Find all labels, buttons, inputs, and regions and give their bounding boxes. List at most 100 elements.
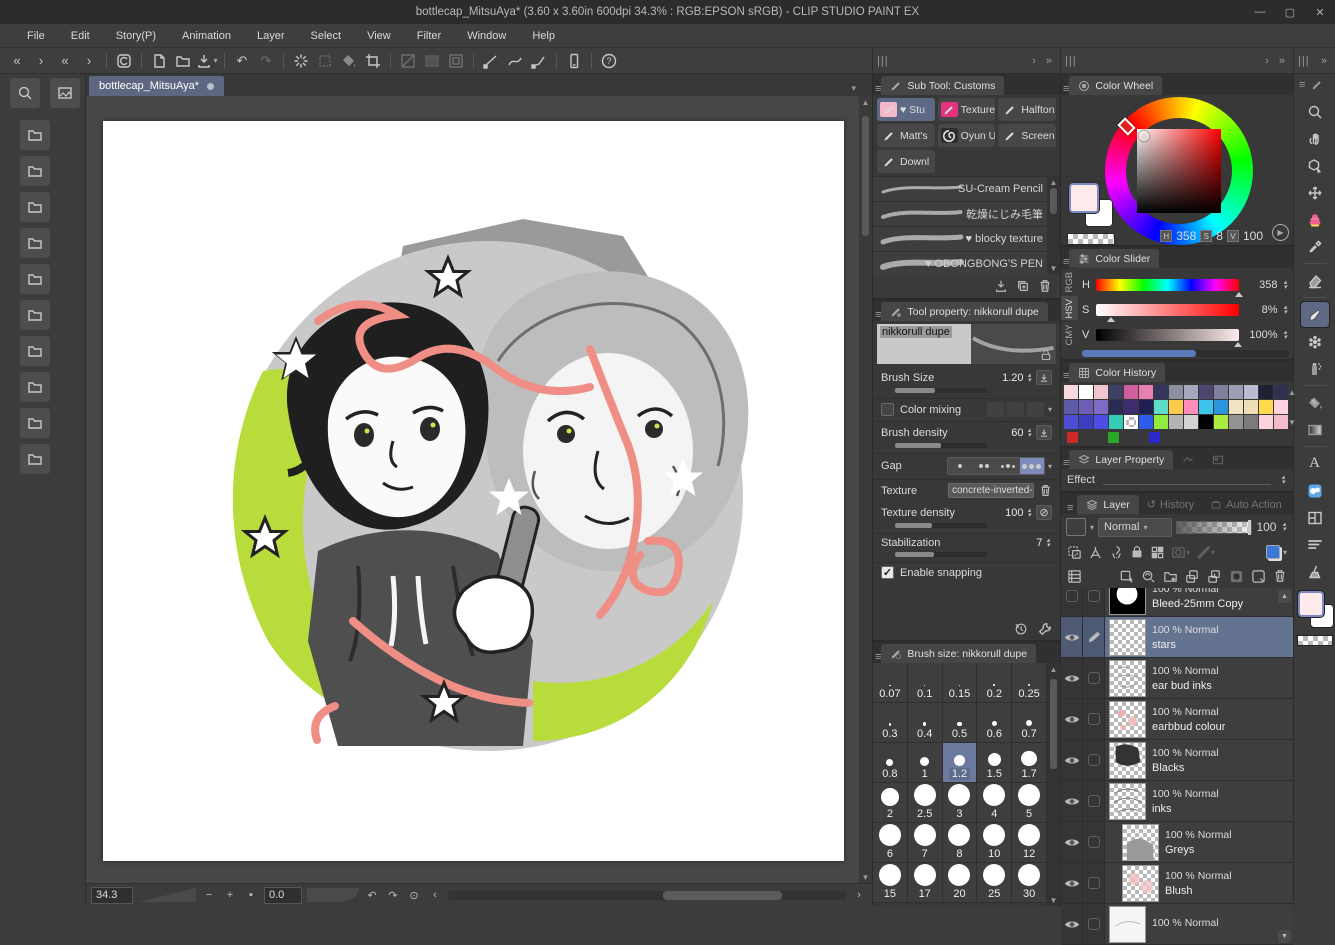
- history-swatch[interactable]: [1154, 415, 1168, 429]
- tab-rgb[interactable]: RGB: [1061, 268, 1078, 295]
- gap-option-1[interactable]: [948, 458, 972, 474]
- new-document-icon[interactable]: [148, 50, 170, 72]
- layer-name[interactable]: stars: [1152, 639, 1219, 651]
- canvas-forward-icon[interactable]: ›: [78, 50, 100, 72]
- foreground-color-swatch[interactable]: [1069, 183, 1099, 213]
- brush-size-1.2[interactable]: 1.2: [942, 743, 978, 783]
- brush-size-scrollbar[interactable]: ▲ ▼: [1047, 663, 1060, 906]
- pressure-settings-icon[interactable]: [1036, 425, 1052, 440]
- transfer-to-lower-layer-icon[interactable]: [1185, 569, 1200, 584]
- channel-swatch[interactable]: [1108, 432, 1119, 443]
- tab-cmy[interactable]: CMY: [1061, 321, 1078, 348]
- search-panel-button[interactable]: [10, 78, 40, 108]
- collapse-arrow-icon[interactable]: ›: [1265, 55, 1269, 67]
- zoom-out-button[interactable]: −: [201, 889, 217, 901]
- clip-studio-logo-icon[interactable]: [113, 50, 135, 72]
- brush-item[interactable]: ♥ OBONGBONG'S PEN: [873, 251, 1047, 276]
- scroll-down-icon[interactable]: ▼: [1288, 416, 1296, 428]
- history-swatch[interactable]: [1124, 385, 1138, 399]
- material-home-folder-button[interactable]: [20, 156, 50, 186]
- companion-mode-icon[interactable]: [563, 50, 585, 72]
- layer-checkbox[interactable]: [1087, 672, 1100, 684]
- mixing-mode-2-icon[interactable]: [1006, 402, 1024, 417]
- rotate-left-icon[interactable]: ↶: [364, 889, 380, 902]
- new-folder-icon[interactable]: [1163, 569, 1178, 584]
- subtool-group-tab-2[interactable]: Halfton: [998, 98, 1056, 121]
- scroll-down-icon[interactable]: ▼: [862, 871, 870, 883]
- layer-checkbox[interactable]: [1087, 590, 1100, 602]
- brush-size-spinner[interactable]: ▴ ▾: [1027, 372, 1031, 384]
- layer-row-Blush[interactable]: 100 % Normal Blush: [1061, 863, 1293, 904]
- tab-history[interactable]: ↺ History: [1139, 495, 1202, 514]
- brush-size-10[interactable]: 10: [977, 823, 1013, 863]
- eraser-tool[interactable]: [1301, 268, 1329, 293]
- subtool-panel-tab[interactable]: Sub Tool: Customs: [881, 76, 1005, 95]
- history-swatch[interactable]: [1199, 400, 1213, 414]
- h-slider[interactable]: [1096, 278, 1244, 297]
- material-pattern-folder-button[interactable]: [20, 228, 50, 258]
- history-back-icon[interactable]: «: [6, 50, 28, 72]
- history-swatch[interactable]: [1169, 385, 1183, 399]
- history-swatch[interactable]: [1109, 385, 1123, 399]
- brush-item[interactable]: 乾燥にじみ毛筆: [873, 201, 1047, 226]
- expand-caret-icon[interactable]: ▾: [1048, 462, 1052, 471]
- brush-size-0.15[interactable]: 0.15: [942, 663, 978, 703]
- scroll-down-icon[interactable]: ▼: [1050, 262, 1058, 274]
- layer-visible-eye-icon[interactable]: [1064, 919, 1080, 930]
- mixing-mode-3-icon[interactable]: [1026, 402, 1044, 417]
- zoom-slider[interactable]: [138, 888, 196, 902]
- open-file-icon[interactable]: [172, 50, 194, 72]
- line-tool-icon[interactable]: [480, 50, 502, 72]
- canvas-viewport[interactable]: ▲ ▼: [86, 96, 872, 883]
- layer-checkbox[interactable]: [1087, 795, 1100, 807]
- brush-size-25[interactable]: 25: [977, 863, 1013, 903]
- curve-tool-icon[interactable]: [504, 50, 526, 72]
- merge-with-lower-layer-icon[interactable]: [1207, 569, 1222, 584]
- scrollbar-thumb[interactable]: [1050, 679, 1057, 769]
- brush-item[interactable]: ♥ blocky texture: [873, 226, 1047, 251]
- deselect-icon[interactable]: [290, 50, 312, 72]
- dock-arrow-icon[interactable]: »: [1279, 55, 1285, 67]
- layer-visible-eye-icon[interactable]: [1064, 837, 1080, 848]
- delete-layer-icon[interactable]: [1273, 569, 1287, 583]
- layer-visible-eye-icon[interactable]: [1064, 755, 1080, 766]
- layer-name[interactable]: ear bud inks: [1152, 680, 1219, 692]
- crop-canvas-icon[interactable]: [362, 50, 384, 72]
- new-raster-layer-icon[interactable]: [1119, 569, 1134, 584]
- history-forward-icon[interactable]: ›: [30, 50, 52, 72]
- opacity-spinner[interactable]: ▴ ▾: [1282, 521, 1286, 533]
- history-swatch[interactable]: [1154, 400, 1168, 414]
- brush-size-0.1[interactable]: 0.1: [907, 663, 943, 703]
- new-vector-layer-icon[interactable]: [1141, 569, 1156, 584]
- brush-size-value[interactable]: 1.20: [1002, 372, 1023, 384]
- color-history-panel-tab[interactable]: Color History: [1069, 363, 1166, 382]
- brush-density-spinner[interactable]: ▴ ▾: [1027, 427, 1031, 439]
- layer-property-panel-tab[interactable]: Layer Property: [1069, 450, 1174, 469]
- effect-spinner[interactable]: ▴ ▾: [1281, 474, 1285, 486]
- menu-filter[interactable]: Filter: [404, 26, 454, 46]
- history-swatch[interactable]: [1139, 400, 1153, 414]
- layer-visible-eye-icon[interactable]: [1064, 796, 1080, 807]
- reset-settings-icon[interactable]: [1014, 622, 1028, 636]
- expand-caret-icon[interactable]: ▾: [1048, 405, 1052, 414]
- delete-texture-icon[interactable]: [1039, 484, 1052, 497]
- texture-density-value[interactable]: 100: [1005, 507, 1023, 519]
- layer-row-stars[interactable]: 100 % Normal stars: [1061, 617, 1293, 658]
- brush-size-0.07[interactable]: 0.07: [873, 663, 908, 703]
- brush-size-panel-tab[interactable]: Brush size: nikkorull dupe: [881, 644, 1037, 663]
- brush-size-slider[interactable]: [895, 388, 987, 393]
- close-button[interactable]: ✕: [1305, 0, 1335, 24]
- layer-name[interactable]: earbbud colour: [1152, 721, 1225, 733]
- color-slider-scrollbar[interactable]: [1082, 349, 1289, 357]
- history-swatch[interactable]: [1274, 415, 1288, 429]
- history-swatch[interactable]: [1259, 415, 1273, 429]
- history-swatch[interactable]: [1259, 385, 1273, 399]
- tab-tool-navigation[interactable]: [1173, 450, 1203, 469]
- brush-size-1.5[interactable]: 1.5: [977, 743, 1013, 783]
- enable-snapping-checkbox[interactable]: ✓: [881, 566, 894, 579]
- brush-size-7[interactable]: 7: [907, 823, 943, 863]
- snap-to-special-ruler-icon[interactable]: [421, 50, 443, 72]
- history-swatch[interactable]: [1094, 415, 1108, 429]
- history-swatch[interactable]: [1184, 415, 1198, 429]
- lock-layer-icon[interactable]: [1130, 545, 1144, 559]
